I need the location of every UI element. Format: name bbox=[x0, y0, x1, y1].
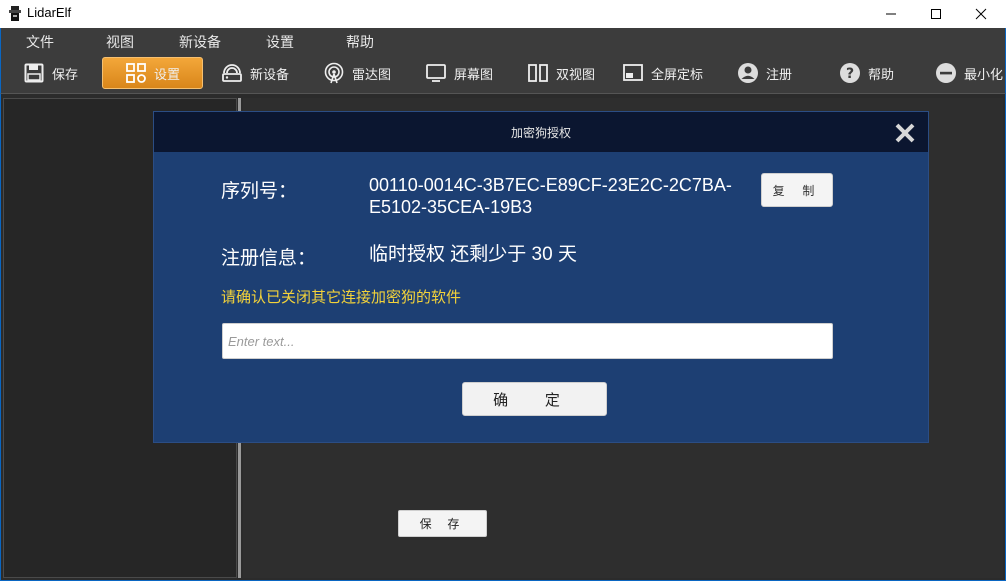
workspace-save-button[interactable]: 保 存 bbox=[398, 510, 487, 537]
serial-value: 00110-0014C-3B7EC-E89CF-23E2C-2C7BA-E510… bbox=[369, 175, 732, 217]
toolbar-minimize-button[interactable]: 最小化 bbox=[935, 57, 1003, 89]
toolbar-register-button[interactable]: 注册 bbox=[737, 57, 792, 89]
maximize-icon bbox=[931, 9, 941, 19]
dialog-header: 加密狗授权 bbox=[154, 112, 928, 152]
title-bar: LidarElf bbox=[0, 0, 1006, 28]
toolbar-screen-button[interactable]: 屏幕图 bbox=[425, 57, 493, 89]
toolbar-dual-view-button[interactable]: 双视图 bbox=[527, 57, 595, 89]
toolbar-help-button[interactable]: ? 帮助 bbox=[839, 57, 894, 89]
window-title: LidarElf bbox=[27, 5, 72, 20]
save-icon bbox=[23, 62, 45, 84]
license-input[interactable] bbox=[222, 323, 833, 359]
toolbar-register-label: 注册 bbox=[766, 67, 793, 83]
user-icon bbox=[737, 62, 759, 84]
help-icon: ? bbox=[839, 62, 861, 84]
minimize-window-button[interactable] bbox=[868, 0, 914, 28]
device-icon bbox=[221, 62, 243, 84]
minimize-icon bbox=[886, 13, 896, 15]
dialog-title: 加密狗授权 bbox=[510, 125, 571, 140]
toolbar-new-device-button[interactable]: 新设备 bbox=[221, 57, 289, 89]
radar-icon bbox=[323, 62, 345, 84]
close-icon bbox=[975, 8, 987, 20]
toolbar-save-button[interactable]: 保存 bbox=[23, 57, 78, 89]
menu-view[interactable]: 视图 bbox=[106, 32, 134, 52]
toolbar-settings-button[interactable]: 设置 bbox=[102, 57, 203, 89]
svg-text:?: ? bbox=[846, 66, 854, 82]
toolbar-radar-label: 雷达图 bbox=[352, 67, 392, 83]
toolbar-fullscreen-calibrate-button[interactable]: 全屏定标 bbox=[622, 57, 703, 89]
toolbar-radar-button[interactable]: 雷达图 bbox=[323, 57, 391, 89]
dialog-close-button[interactable] bbox=[894, 122, 916, 144]
toolbar-minimize-label: 最小化 bbox=[964, 67, 1004, 83]
minimize-circle-icon bbox=[935, 62, 957, 84]
toolbar-help-label: 帮助 bbox=[868, 67, 895, 83]
copy-button[interactable]: 复 制 bbox=[761, 173, 833, 207]
close-window-button[interactable] bbox=[958, 0, 1004, 28]
toolbar-settings-label: 设置 bbox=[153, 67, 180, 83]
screen-icon bbox=[425, 62, 447, 84]
settings-grid-icon bbox=[125, 62, 147, 84]
toolbar: 保存 设置 新设备 雷达图 屏幕图 双视图 全屏定标 注册 ? 帮助 最小化 bbox=[0, 54, 1006, 94]
toolbar-screen-label: 屏幕图 bbox=[454, 67, 494, 83]
menu-bar: 文件 视图 新设备 设置 帮助 bbox=[0, 28, 1006, 54]
dongle-auth-dialog: 加密狗授权 序列号： 00110-0014C-3B7EC-E89CF-23E2C… bbox=[153, 111, 929, 443]
toolbar-fullscreen-calibrate-label: 全屏定标 bbox=[651, 67, 704, 83]
warning-text: 请确认已关闭其它连接加密狗的软件 bbox=[221, 288, 462, 306]
menu-settings[interactable]: 设置 bbox=[266, 32, 294, 52]
maximize-window-button[interactable] bbox=[913, 0, 959, 28]
toolbar-new-device-label: 新设备 bbox=[250, 67, 290, 83]
toolbar-dual-view-label: 双视图 bbox=[556, 67, 596, 83]
fullscreen-calibrate-icon bbox=[622, 62, 644, 84]
menu-help[interactable]: 帮助 bbox=[346, 32, 374, 52]
ok-button[interactable]: 确 定 bbox=[462, 382, 607, 416]
menu-file[interactable]: 文件 bbox=[26, 32, 54, 52]
register-label: 注册信息： bbox=[221, 247, 317, 269]
close-x-icon bbox=[895, 123, 915, 143]
lidar-app-icon bbox=[8, 6, 22, 22]
register-value: 临时授权 还剩少于 30 天 bbox=[369, 244, 577, 265]
menu-new-device[interactable]: 新设备 bbox=[179, 32, 221, 52]
dual-view-icon bbox=[527, 62, 549, 84]
serial-label: 序列号： bbox=[221, 180, 298, 202]
toolbar-save-label: 保存 bbox=[52, 67, 79, 83]
